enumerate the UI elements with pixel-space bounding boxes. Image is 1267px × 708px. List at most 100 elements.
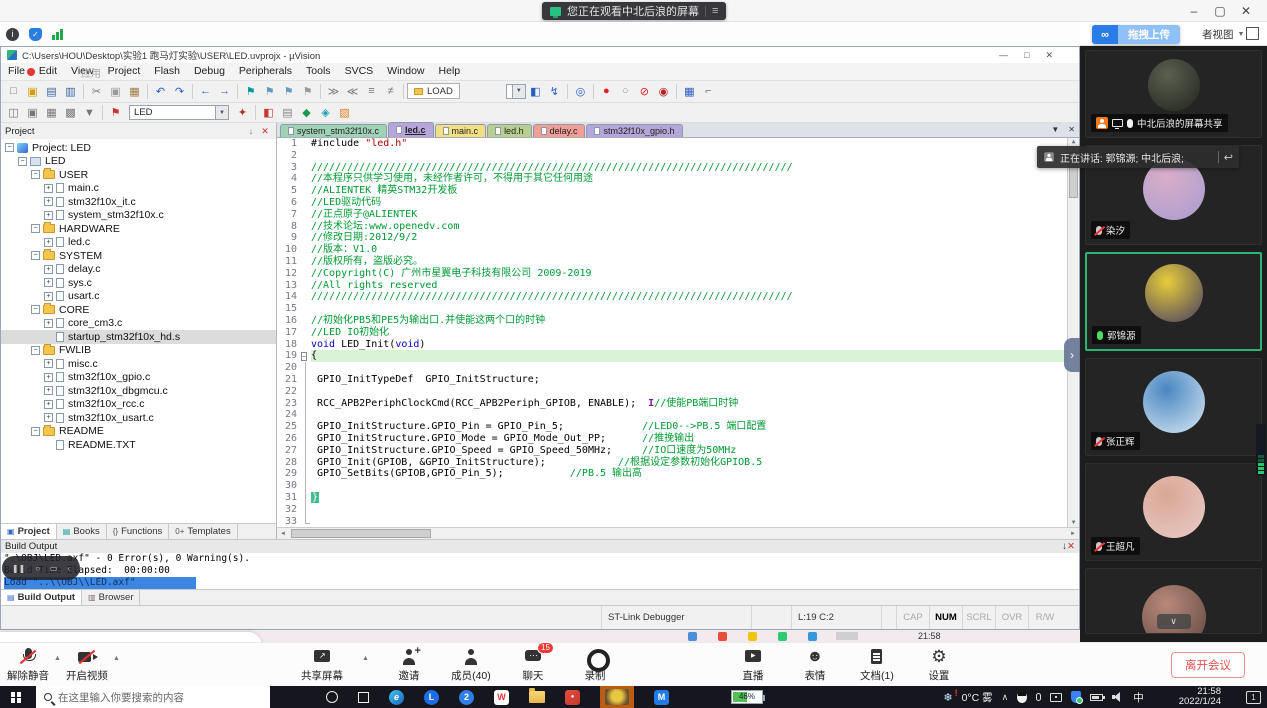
save-all-icon[interactable]: ▥ <box>61 83 80 100</box>
editor-tab-stm32f10x_gpio.h[interactable]: stm32f10x_gpio.h <box>586 124 682 137</box>
fold-margin[interactable]: − <box>301 350 311 362</box>
drag-upload-pill[interactable]: ∞ 拖拽上传 <box>1092 25 1180 44</box>
back-icon[interactable]: ← <box>196 83 215 100</box>
editor-tab-led.h[interactable]: led.h <box>487 124 532 137</box>
editor-tab-main.c[interactable]: main.c <box>435 124 487 137</box>
tree-expander-icon[interactable]: + <box>44 197 53 206</box>
edge-icon[interactable]: e <box>389 690 404 705</box>
start-button[interactable] <box>0 686 36 708</box>
collapse-controls-icon[interactable]: ‹ <box>67 564 70 573</box>
tree-expander-icon[interactable]: + <box>44 265 53 274</box>
panel-tab-books[interactable]: ▤Books <box>57 524 107 539</box>
editor-tab-system_stm32f10x.c[interactable]: system_stm32f10x.c <box>280 124 387 137</box>
scroll-left-arrow[interactable]: ◄ <box>277 531 289 537</box>
code-line-14[interactable]: 14//////////////////////////////////////… <box>277 291 1079 303</box>
code-line-3[interactable]: 3///////////////////////////////////////… <box>277 162 1079 174</box>
tree-item-led.c[interactable]: +led.c <box>1 236 276 250</box>
close-panel-icon[interactable]: ✕ <box>1067 541 1075 552</box>
save-icon[interactable]: ▤ <box>42 83 61 100</box>
code-line-33[interactable]: 33 <box>277 516 1079 528</box>
view-mode-dropdown[interactable]: 者视图▼ <box>1202 27 1244 42</box>
tree-expander-icon[interactable]: + <box>44 238 53 247</box>
tree-expander-icon[interactable]: + <box>44 211 53 220</box>
jump-icon[interactable]: ↯ <box>545 83 564 100</box>
restore-button[interactable]: ▢ <box>1207 4 1233 18</box>
code-line-19[interactable]: 19−{ <box>277 350 1079 362</box>
tab-list-dropdown-icon[interactable]: ▼ <box>1051 125 1059 134</box>
cut-icon[interactable]: ✂ <box>87 83 106 100</box>
notification-icon[interactable]: 1 <box>1246 691 1261 704</box>
shield-icon[interactable]: ✓ <box>29 28 42 41</box>
tree-item-project-led[interactable]: −Project: LED <box>1 141 276 155</box>
tree-item-user[interactable]: −USER <box>1 168 276 182</box>
outdent-icon[interactable]: ≪ <box>343 83 362 100</box>
tree-item-readme.txt[interactable]: README.TXT <box>1 438 276 452</box>
taskbar-search-box[interactable]: 在这里输入你要搜索的内容 <box>36 686 270 708</box>
meeting-button-聊天[interactable]: 15聊天 <box>511 647 555 683</box>
output-tab-browser[interactable]: ▥Browser <box>82 590 140 605</box>
tree-expander-icon[interactable]: − <box>31 224 40 233</box>
meeting-button-设置[interactable]: 设置 <box>917 647 961 683</box>
tree-expander-icon[interactable]: − <box>31 251 40 260</box>
pack-installer-icon[interactable]: ◧ <box>259 104 278 121</box>
copy-icon[interactable]: ▣ <box>106 83 125 100</box>
scroll-down-chevron[interactable]: ∨ <box>1157 614 1191 629</box>
floating-share-controls[interactable]: ❚❚ ○ ▭ ‹ <box>2 556 80 580</box>
tree-expander-icon[interactable]: + <box>44 400 53 409</box>
scroll-right-arrow[interactable]: ► <box>1067 531 1079 537</box>
meeting-button-共享屏幕[interactable]: 共享屏幕 <box>300 647 344 683</box>
options-caret-icon[interactable]: ▲ <box>362 655 369 662</box>
code-line-31[interactable]: 31} <box>277 492 1079 504</box>
code-line-2[interactable]: 2 <box>277 150 1079 162</box>
tree-expander-icon[interactable]: − <box>31 427 40 436</box>
undo-icon[interactable]: ↶ <box>151 83 170 100</box>
manage-run-icon[interactable]: ◆ <box>297 104 316 121</box>
build-output-text[interactable]: ".\OBJ\LED.axf" - 0 Error(s), 0 Warning(… <box>1 553 1079 589</box>
menu-edit[interactable]: Edit <box>32 65 64 77</box>
panel-tab-functions[interactable]: {}Functions <box>107 524 170 539</box>
find-icon[interactable]: ◎ <box>571 83 590 100</box>
tree-item-system-stm32f10x.c[interactable]: +system_stm32f10x.c <box>1 209 276 223</box>
leave-meeting-button[interactable]: 离开会议 <box>1171 652 1245 678</box>
new-file-icon[interactable]: □ <box>4 83 23 100</box>
editor-tab-delay.c[interactable]: delay.c <box>533 124 586 137</box>
code-line-13[interactable]: 13//All rights reserved <box>277 280 1079 292</box>
code-line-26[interactable]: 26 GPIO_InitStructure.GPIO_Mode = GPIO_M… <box>277 433 1079 445</box>
weather-text[interactable]: 0°C 雾 <box>962 690 993 705</box>
translate-icon[interactable]: ◫ <box>4 104 23 121</box>
info-icon[interactable]: i <box>6 28 19 41</box>
comment-icon[interactable]: ≡ <box>362 83 381 100</box>
load-button[interactable]: LOAD <box>407 83 460 99</box>
code-line-8[interactable]: 8//技术论坛:www.openedv.com <box>277 221 1079 233</box>
code-line-16[interactable]: 16//初始化PB5和PE5为输出口.并使能这两个口的时钟 <box>277 315 1079 327</box>
bookmark-icon[interactable]: ⚑ <box>241 83 260 100</box>
panel-tab-project[interactable]: ▣Project <box>1 524 57 539</box>
bp-kill-icon[interactable]: ⊘ <box>635 83 654 100</box>
browser-2345-icon[interactable]: 2 <box>459 690 474 705</box>
voov-meeting-icon[interactable]: M <box>654 690 669 705</box>
bookmark-next-icon[interactable]: ⚑ <box>279 83 298 100</box>
tree-item-sys.c[interactable]: +sys.c <box>1 276 276 290</box>
tree-item-core-cm3.c[interactable]: +core_cm3.c <box>1 317 276 331</box>
menu-help[interactable]: Help <box>432 65 468 77</box>
tree-expander-icon[interactable]: + <box>44 359 53 368</box>
meeting-button-录制[interactable]: 录制 <box>573 647 617 683</box>
uncomment-icon[interactable]: ≠ <box>381 83 400 100</box>
rebuild-icon[interactable]: ▦ <box>42 104 61 121</box>
code-line-6[interactable]: 6//LED驱动代码 <box>277 197 1079 209</box>
tree-item-stm32f10x-usart.c[interactable]: +stm32f10x_usart.c <box>1 411 276 425</box>
download-icon[interactable]: ▼ <box>80 104 99 121</box>
code-line-28[interactable]: 28 GPIO_Init(GPIOB, &GPIO_InitStructure)… <box>277 457 1079 469</box>
tree-item-misc.c[interactable]: +misc.c <box>1 357 276 371</box>
cortana-button[interactable] <box>326 691 338 703</box>
options-caret-icon[interactable]: ▲ <box>54 655 61 662</box>
meeting-button-成员(40)[interactable]: 成员(40) <box>449 647 493 683</box>
meeting-button-文档(1)[interactable]: 文档(1) <box>855 647 899 683</box>
editor-vertical-scrollbar[interactable]: ▲▼ <box>1067 138 1079 527</box>
meeting-button-表情[interactable]: 表情 <box>793 647 837 683</box>
code-line-30[interactable]: 30 <box>277 480 1079 492</box>
participant-tile[interactable]: ∨ <box>1085 568 1262 634</box>
wrench-icon[interactable]: ⌐ <box>699 83 718 100</box>
code-line-9[interactable]: 9//修改日期:2012/9/2 <box>277 232 1079 244</box>
lenovo-icon[interactable]: L <box>424 690 439 705</box>
